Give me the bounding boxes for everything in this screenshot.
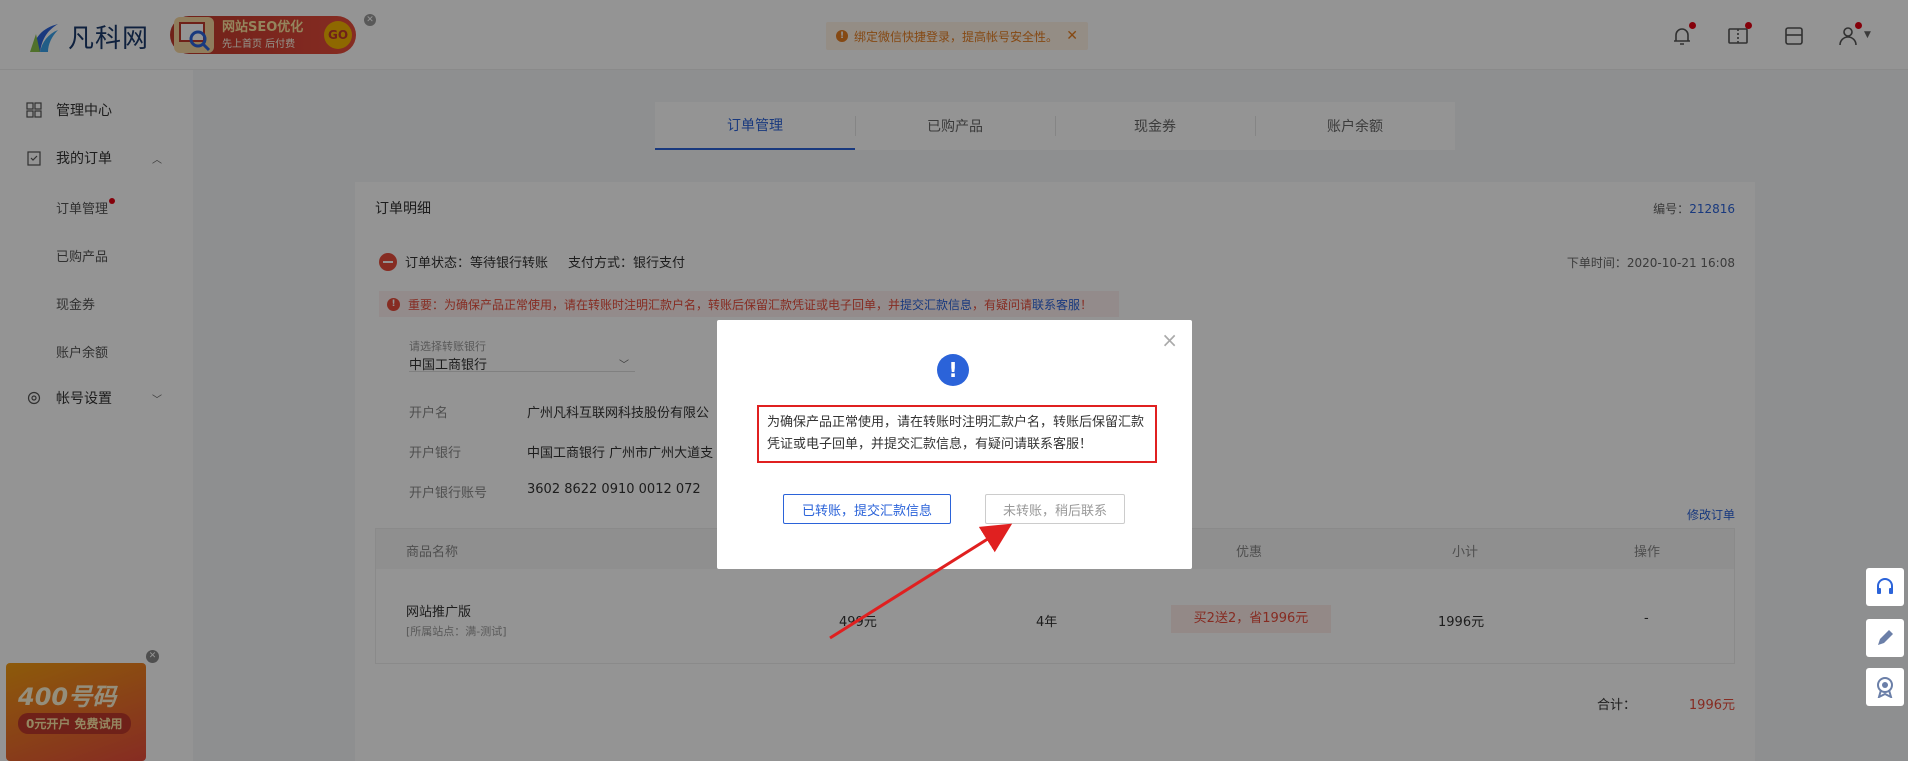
pencil-feedback-icon[interactable] [1866, 619, 1904, 657]
modal-message: 为确保产品正常使用，请在转账时注明汇款户名，转账后保留汇款凭证或电子回单，并提交… [757, 405, 1157, 463]
headset-support-icon[interactable] [1866, 568, 1904, 606]
submit-remittance-button[interactable]: 已转账，提交汇款信息 [783, 494, 951, 524]
contact-later-button[interactable]: 未转账，稍后联系 [985, 494, 1125, 524]
remittance-modal: × ! 为确保产品正常使用，请在转账时注明汇款户名，转账后保留汇款凭证或电子回单… [717, 320, 1192, 569]
info-exclamation-icon: ! [937, 354, 969, 386]
modal-close-icon[interactable]: × [1161, 330, 1178, 350]
award-badge-icon[interactable] [1866, 668, 1904, 706]
